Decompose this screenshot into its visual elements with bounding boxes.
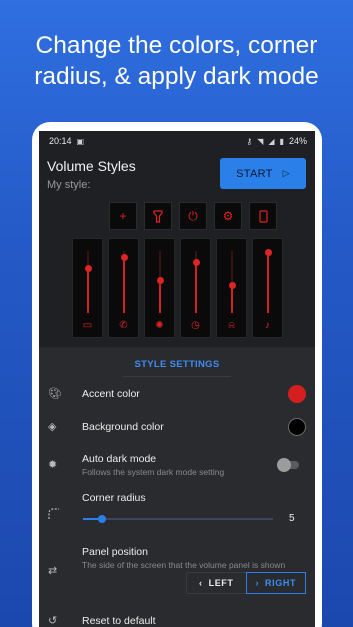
app-title: Volume Styles — [47, 158, 136, 174]
my-style-label: My style: — [47, 179, 91, 191]
left-label: LEFT — [208, 578, 234, 588]
volume-slider-track — [84, 251, 92, 313]
battery-percent: 24% — [288, 136, 307, 146]
paint-bucket-icon: ◈ — [48, 421, 57, 433]
auto-dark-mode-toggle[interactable] — [277, 458, 299, 472]
reset-label: Reset to default — [82, 615, 156, 627]
bell-icon: ⍾ — [228, 320, 235, 331]
start-button[interactable]: START ▷ — [220, 158, 306, 189]
phone-screen: 20:14 ▣ ⚷ ◥ ◢ ▮ 24% Volume Styles My sty… — [39, 131, 315, 627]
volume-slider-thumb[interactable] — [192, 258, 200, 266]
accent-color-label: Accent color — [82, 388, 140, 400]
panel-position-row: ⇄ Panel position The side of the screen … — [39, 546, 315, 598]
background-color-row[interactable]: ◈ Background color — [39, 418, 315, 438]
section-divider — [123, 376, 231, 377]
background-color-label: Background color — [82, 421, 164, 433]
volume-slider[interactable]: ♪ — [252, 238, 283, 338]
volume-panel-preview: + ⏻ ⚙ ▭ ✆ ✺ ◷ ⍾ ♪ — [39, 195, 315, 360]
app-header: Volume Styles My style: START ▷ — [39, 151, 315, 195]
panel-position-description: The side of the screen that the volume p… — [82, 560, 286, 570]
status-time: 20:14 — [49, 136, 72, 146]
volume-slider-fill — [231, 285, 233, 313]
rounded-corner-icon — [48, 508, 60, 523]
volume-slider-fill — [267, 252, 269, 313]
volume-slider-track — [228, 251, 236, 313]
accent-color-swatch[interactable] — [288, 385, 306, 403]
chevron-right-icon: › — [255, 578, 260, 588]
screen-rotate-icon[interactable] — [249, 202, 277, 230]
corner-radius-slider[interactable] — [83, 515, 273, 523]
signal-icon: ◢ — [268, 136, 275, 146]
add-icon[interactable]: + — [109, 202, 137, 230]
volume-slider-fill — [195, 262, 197, 313]
section-title: STYLE SETTINGS — [134, 359, 220, 370]
corner-radius-thumb[interactable] — [98, 515, 106, 523]
status-bar: 20:14 ▣ ⚷ ◥ ◢ ▮ 24% — [39, 131, 315, 151]
phone-icon: ✆ — [119, 320, 128, 331]
volume-slider-thumb[interactable] — [264, 249, 272, 257]
toggle-thumb — [277, 458, 291, 472]
restore-icon: ↺ — [48, 615, 58, 627]
volume-slider[interactable]: ✺ — [144, 238, 175, 338]
gear-icon: ✺ — [155, 320, 164, 331]
dark-mode-icon: ✹ — [48, 459, 58, 471]
start-button-label: START — [236, 167, 273, 180]
palette-icon: 🎨︎ — [48, 388, 62, 400]
gallery-icon: ▣ — [76, 136, 85, 146]
settings-icon[interactable]: ⚙ — [214, 202, 242, 230]
background-color-swatch[interactable] — [288, 418, 306, 436]
key-icon: ⚷ — [246, 136, 253, 146]
volume-slider-fill — [87, 268, 89, 313]
flashlight-icon[interactable] — [144, 202, 172, 230]
alarm-icon: ◷ — [191, 320, 200, 331]
right-position-button[interactable]: › RIGHT — [245, 572, 306, 594]
power-icon[interactable]: ⏻ — [179, 202, 207, 230]
auto-dark-mode-label: Auto dark mode — [82, 453, 157, 465]
swap-arrows-icon: ⇄ — [48, 565, 58, 577]
volume-slider-track — [120, 251, 128, 313]
corner-radius-label: Corner radius — [82, 492, 146, 504]
play-icon: ▷ — [282, 168, 290, 178]
panel-position-label: Panel position — [82, 546, 148, 558]
volume-slider[interactable]: ▭ — [72, 238, 103, 338]
preview-toolbar: + ⏻ ⚙ — [109, 202, 277, 230]
auto-dark-mode-description: Follows the system dark mode setting — [82, 467, 225, 477]
volume-slider-thumb[interactable] — [156, 277, 164, 285]
volume-slider[interactable]: ✆ — [108, 238, 139, 338]
wifi-icon: ◥ — [257, 136, 264, 146]
corner-radius-value: 5 — [289, 513, 295, 524]
volume-slider-thumb[interactable] — [84, 264, 92, 272]
music-icon: ♪ — [265, 320, 270, 331]
volume-slider-fill — [159, 280, 161, 313]
panel-position-toggle: ‹ LEFT › RIGHT — [186, 572, 306, 594]
volume-slider-track — [156, 251, 164, 313]
promo-headline: Change the colors, corner radius, & appl… — [34, 32, 319, 90]
chevron-left-icon: ‹ — [198, 578, 203, 588]
corner-radius-row: Corner radius 5 — [39, 492, 315, 532]
volume-slider-fill — [123, 257, 125, 313]
volume-slider-thumb[interactable] — [228, 281, 236, 289]
auto-dark-mode-row[interactable]: ✹ Auto dark mode Follows the system dark… — [39, 453, 315, 479]
chat-icon: ▭ — [82, 320, 93, 331]
battery-icon: ▮ — [279, 136, 284, 146]
style-settings-panel: STYLE SETTINGS 🎨︎ Accent color ◈ Backgro… — [39, 347, 315, 627]
reset-row[interactable]: ↺ Reset to default — [39, 613, 315, 627]
volume-slider[interactable]: ⍾ — [216, 238, 247, 338]
accent-color-row[interactable]: 🎨︎ Accent color — [39, 385, 315, 405]
volume-slider-thumb[interactable] — [120, 253, 128, 261]
right-label: RIGHT — [265, 578, 297, 588]
volume-slider[interactable]: ◷ — [180, 238, 211, 338]
volume-slider-track — [192, 251, 200, 313]
left-position-button[interactable]: ‹ LEFT — [187, 573, 246, 593]
volume-sliders: ▭ ✆ ✺ ◷ ⍾ ♪ — [72, 238, 283, 338]
volume-slider-track — [264, 249, 272, 313]
